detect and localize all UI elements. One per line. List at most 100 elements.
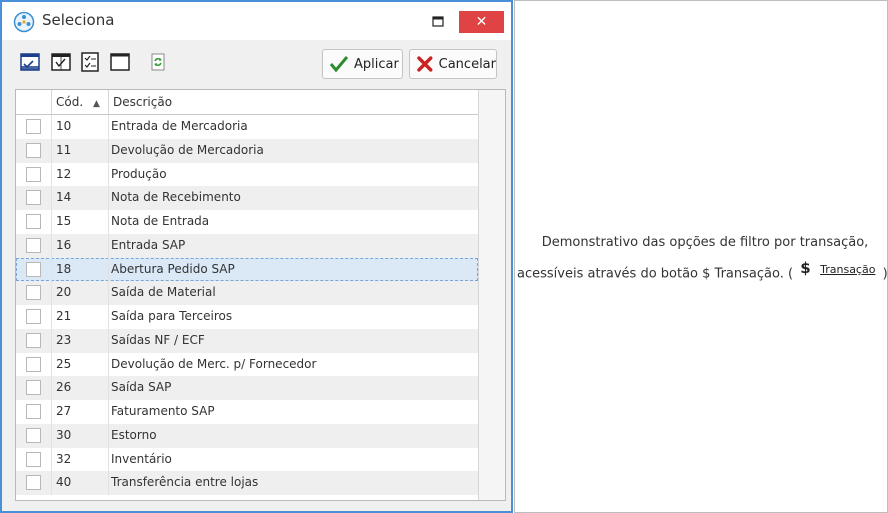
table-row[interactable]: 32 Inventário	[16, 447, 478, 472]
window-title: Seleciona	[42, 11, 115, 29]
table-row[interactable]: 27 Faturamento SAP	[16, 400, 478, 424]
apply-label: Aplicar	[354, 56, 399, 72]
row-checkbox[interactable]	[26, 142, 41, 158]
refresh-icon[interactable]	[148, 52, 168, 72]
caption-line-2-prefix: acessíveis através do botão $ Transação.…	[517, 266, 794, 282]
row-checkbox[interactable]	[26, 190, 41, 206]
row-description: Saídas NF / ECF	[111, 332, 205, 347]
caption-line-2-suffix: )	[882, 266, 888, 282]
row-checkbox[interactable]	[26, 380, 41, 396]
row-description: Saída de Material	[111, 285, 216, 300]
row-checkbox[interactable]	[26, 356, 41, 372]
title-bar: Seleciona ✕	[2, 2, 511, 40]
cancel-button[interactable]: Cancelar	[409, 49, 497, 79]
caption-line-2: acessíveis através do botão $ Transação.…	[517, 259, 888, 283]
row-description: Nota de Entrada	[111, 214, 210, 228]
transaction-button-label: Transação	[820, 263, 876, 276]
maximize-button[interactable]	[427, 12, 449, 32]
row-description: Produção	[111, 166, 167, 181]
row-code: 15	[56, 214, 72, 228]
row-checkbox[interactable]	[26, 404, 41, 419]
row-code: 40	[56, 475, 72, 490]
row-description: Devolução de Merc. p/ Fornecedor	[111, 356, 317, 371]
table-row[interactable]: 40 Transferência entre lojas	[16, 471, 478, 495]
row-code: 16	[56, 237, 72, 252]
header-checkbox-column[interactable]	[16, 90, 52, 114]
row-checkbox[interactable]	[26, 119, 41, 134]
row-checkbox[interactable]	[26, 237, 41, 253]
header-description-label: Descrição	[113, 95, 173, 109]
table-row[interactable]: 10 Entrada de Mercadoria	[16, 115, 478, 139]
uncheck-all-icon[interactable]	[110, 52, 130, 72]
sort-ascending-icon: ▲	[92, 99, 100, 109]
row-description: Saída para Terceiros	[111, 309, 233, 323]
row-code: 26	[56, 380, 72, 395]
row-checkbox[interactable]	[26, 309, 41, 324]
cancel-label: Cancelar	[438, 56, 496, 72]
dollar-icon: $	[800, 259, 811, 277]
row-code: 11	[56, 142, 72, 157]
row-checkbox[interactable]	[26, 475, 41, 491]
table-row[interactable]: 30 Estorno	[16, 423, 478, 448]
row-checkbox[interactable]	[26, 261, 41, 277]
row-checkbox[interactable]	[26, 332, 41, 348]
row-code: 23	[56, 332, 72, 347]
row-checkbox[interactable]	[26, 214, 41, 229]
row-code: 18	[56, 261, 72, 276]
table-row[interactable]: 18 Abertura Pedido SAP	[16, 257, 478, 282]
close-button[interactable]: ✕	[459, 11, 504, 33]
table-row[interactable]: 16 Entrada SAP	[16, 233, 478, 258]
table-row[interactable]: 23 Saídas NF / ECF	[16, 328, 478, 353]
row-description: Abertura Pedido SAP	[111, 261, 235, 276]
table-row[interactable]: 25 Devolução de Merc. p/ Fornecedor	[16, 352, 478, 377]
vertical-scrollbar[interactable]	[478, 90, 505, 500]
row-code: 14	[56, 190, 72, 205]
header-code-column[interactable]: Cód. ▲	[52, 90, 109, 114]
row-description: Transferência entre lojas	[111, 475, 259, 490]
table-row[interactable]: 12 Produção	[16, 162, 478, 187]
table-row[interactable]: 21 Saída para Terceiros	[16, 305, 478, 329]
row-code: 32	[56, 451, 72, 466]
row-checkbox[interactable]	[26, 166, 41, 182]
grid-header: Cód. ▲ Descrição	[16, 90, 478, 115]
header-code-label: Cód.	[56, 95, 84, 109]
checkmark-icon	[329, 56, 349, 73]
row-code: 27	[56, 404, 72, 418]
table-row[interactable]: 26 Saída SAP	[16, 376, 478, 400]
toolbar: Aplicar Cancelar	[2, 40, 511, 88]
row-checkbox[interactable]	[26, 451, 41, 467]
row-description: Devolução de Mercadoria	[111, 142, 264, 157]
caption-panel: Demonstrativo das opções de filtro por t…	[514, 0, 888, 513]
cancel-x-icon	[417, 56, 433, 72]
row-description: Entrada SAP	[111, 237, 186, 252]
table-row[interactable]: 20 Saída de Material	[16, 281, 478, 305]
app-icon	[13, 11, 35, 33]
caption-line-1: Demonstrativo das opções de filtro por t…	[541, 235, 869, 250]
table-row[interactable]: 15 Nota de Entrada	[16, 210, 478, 234]
transaction-grid: Cód. ▲ Descrição 10 Entrada de Mercadoria…	[15, 89, 506, 501]
check-selected-icon[interactable]	[51, 52, 71, 72]
row-checkbox[interactable]	[26, 427, 41, 443]
row-code: 12	[56, 166, 72, 181]
row-description: Faturamento SAP	[111, 404, 215, 418]
header-description-column[interactable]: Descrição	[109, 90, 478, 114]
row-code: 20	[56, 285, 72, 300]
row-description: Estorno	[111, 427, 157, 442]
selection-dialog: Seleciona ✕ Aplicar Cancelar Cód. ▲ Desc…	[0, 0, 513, 513]
row-code: 25	[56, 356, 72, 371]
row-description: Nota de Recebimento	[111, 190, 241, 205]
row-code: 30	[56, 427, 72, 442]
row-checkbox[interactable]	[26, 285, 41, 301]
table-row[interactable]: 14 Nota de Recebimento	[16, 186, 478, 210]
check-all-icon[interactable]	[80, 52, 100, 72]
grid-rows: 10 Entrada de Mercadoria 11 Devolução de Me…	[16, 115, 478, 495]
table-row[interactable]: 11 Devolução de Mercadoria	[16, 138, 478, 163]
row-description: Entrada de Mercadoria	[111, 119, 248, 133]
select-all-icon[interactable]	[20, 52, 40, 72]
row-code: 10	[56, 119, 72, 133]
row-code: 21	[56, 309, 72, 323]
apply-button[interactable]: Aplicar	[322, 49, 403, 79]
row-description: Inventário	[111, 451, 172, 466]
row-description: Saída SAP	[111, 380, 172, 395]
transaction-button-sample: $ Transação	[800, 259, 875, 277]
